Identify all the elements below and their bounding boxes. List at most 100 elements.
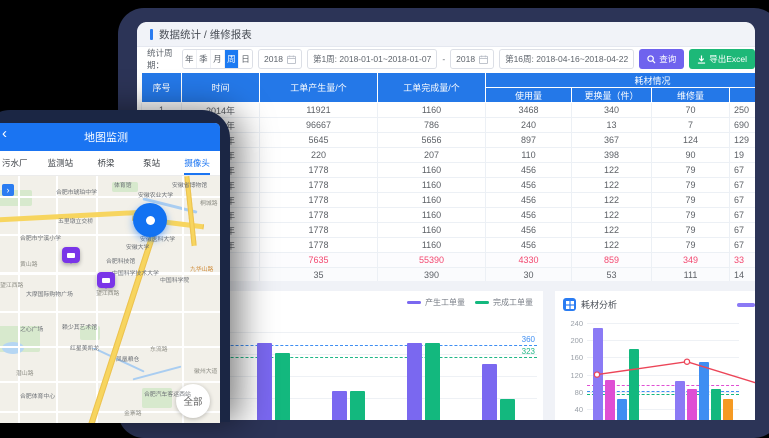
table-cell: 1160 xyxy=(378,238,486,253)
y-axis-tick: 200 xyxy=(559,336,583,345)
table-row: 92018年177811604561227967 xyxy=(142,223,756,238)
table-cell: 90 xyxy=(652,148,730,163)
col-header-seq: 序号 xyxy=(142,73,182,103)
selected-location-pin[interactable] xyxy=(133,203,167,237)
table-cell: 122 xyxy=(572,223,652,238)
breadcrumb-text: 数据统计 / 维修报表 xyxy=(159,27,252,42)
table-cell: 30 xyxy=(486,268,572,282)
map-label: 之心广场 xyxy=(20,324,43,333)
period-option-year[interactable]: 年 xyxy=(183,50,196,68)
table-cell: 19 xyxy=(730,148,756,163)
tab-camera[interactable]: 摄像头 xyxy=(174,151,220,175)
calendar-icon xyxy=(479,55,488,64)
map-label: 九华山路 xyxy=(190,264,213,273)
week-range-start-input[interactable]: 第1周: 2018-01-01~2018-01-07 xyxy=(307,49,437,69)
y-axis-tick: 40 xyxy=(559,405,583,414)
table-cell: 456 xyxy=(486,238,572,253)
table-cell: 1160 xyxy=(378,163,486,178)
map-label: 金寨路 xyxy=(124,408,142,417)
legend-swatch-completed xyxy=(475,301,489,305)
week-range-end-input[interactable]: 第16周: 2018-04-16~2018-04-22 xyxy=(499,49,634,69)
legend-item-completed[interactable]: 完成工单量 xyxy=(475,297,533,308)
map-label: 合肥体育中心 xyxy=(20,391,55,400)
breadcrumb-accent-bar xyxy=(150,29,153,40)
map-label: 桐城路 xyxy=(200,198,218,207)
map-street xyxy=(18,176,20,423)
camera-icon xyxy=(102,278,110,283)
tab-bridge[interactable]: 桥梁 xyxy=(83,151,129,175)
table-cell: 67 xyxy=(730,208,756,223)
table-cell: 96667 xyxy=(260,118,378,133)
legend-label: 完成工单量 xyxy=(493,297,533,308)
period-option-quarter[interactable]: 季 xyxy=(196,50,210,68)
query-button-label: 查询 xyxy=(659,53,676,65)
table-row: 42017年2202071103989019 xyxy=(142,148,756,163)
table-cell: 786 xyxy=(378,118,486,133)
table-cell: 79 xyxy=(652,223,730,238)
phone-page-title: 地图监测 xyxy=(84,129,128,145)
period-option-week[interactable]: 周 xyxy=(224,50,238,68)
consumables-legend-swatch xyxy=(737,303,755,307)
table-cell: 859 xyxy=(572,253,652,268)
map-label: 凤凰粮仓 xyxy=(116,354,139,363)
map-label: 大摩国际购物广场 xyxy=(26,289,73,298)
filter-bar: 统计周期： 年 季 月 周 日 2018 第1周: 2018-01-01~201… xyxy=(137,46,755,72)
table-cell: 1778 xyxy=(260,238,378,253)
table-row: 32016年56455656897367124129 xyxy=(142,133,756,148)
period-option-month[interactable]: 月 xyxy=(210,50,224,68)
table-row: 62018年177811604561227967 xyxy=(142,178,756,193)
map-label: 合肥市琥珀中学 xyxy=(56,187,97,196)
table-cell: 456 xyxy=(486,208,572,223)
table-cell: 79 xyxy=(652,163,730,178)
table-cell: 67 xyxy=(730,223,756,238)
tab-monitor-station[interactable]: 监测站 xyxy=(38,151,84,175)
workorder-chart-legend: 产生工单量 完成工单量 xyxy=(407,297,533,308)
table-average-row: 平均值35390305311114 xyxy=(142,268,756,282)
bar xyxy=(500,399,515,420)
camera-marker[interactable] xyxy=(97,272,115,288)
legend-label: 产生工单量 xyxy=(425,297,465,308)
col-header-sub-3: 维修量 xyxy=(652,88,730,103)
map-label: 东流路 xyxy=(150,344,168,353)
period-option-day[interactable]: 日 xyxy=(238,50,252,68)
download-icon xyxy=(697,55,706,64)
col-header-created: 工单产生量/个 xyxy=(260,73,378,103)
col-header-sub-4: 库存量 xyxy=(730,88,756,103)
table-cell: 111 xyxy=(652,268,730,282)
tab-pump-station[interactable]: 泵站 xyxy=(129,151,175,175)
back-icon[interactable]: ‹ xyxy=(2,125,7,142)
query-button[interactable]: 查询 xyxy=(639,49,684,69)
map-label: 体育馆 xyxy=(114,180,132,189)
year-start-select[interactable]: 2018 xyxy=(258,49,302,69)
consumables-chart-plot: 2402001601208040 xyxy=(587,323,739,420)
phone-map[interactable]: › 全部 合肥市琥珀中学体育馆安徽农业大学安徽省博物馆桐城路五里墩立交桥合肥市宁… xyxy=(0,176,220,423)
table-cell: 70 xyxy=(652,103,730,118)
map-label: 合肥汽车客运西站 xyxy=(144,389,191,398)
col-header-sub-2: 更换量（件） xyxy=(572,88,652,103)
calendar-icon xyxy=(287,55,296,64)
table-cell: 349 xyxy=(652,253,730,268)
camera-icon xyxy=(67,253,75,258)
map-label: 合肥科技馆 xyxy=(106,256,135,265)
table-cell: 220 xyxy=(260,148,378,163)
map-expand-button[interactable]: › xyxy=(2,184,14,196)
col-header-sub-1: 使用量 xyxy=(486,88,572,103)
table-cell: 67 xyxy=(730,193,756,208)
trend-line xyxy=(587,323,755,420)
camera-marker[interactable] xyxy=(62,247,80,263)
table-cell: 3468 xyxy=(486,103,572,118)
map-street xyxy=(0,311,220,313)
map-label: 安徽农业大学 xyxy=(138,190,173,199)
map-lake xyxy=(2,342,24,354)
table-cell: 207 xyxy=(378,148,486,163)
legend-item-created[interactable]: 产生工单量 xyxy=(407,297,465,308)
phone-tab-bar: 污水厂 监测站 桥梁 泵站 摄像头 xyxy=(0,151,220,176)
map-label: 五里墩立交桥 xyxy=(58,216,93,225)
table-cell: 79 xyxy=(652,178,730,193)
bar xyxy=(407,343,422,420)
year-end-select[interactable]: 2018 xyxy=(450,49,494,69)
table-cell: 897 xyxy=(486,133,572,148)
tab-sewage-plant[interactable]: 污水厂 xyxy=(0,151,38,175)
export-excel-button[interactable]: 导出Excel xyxy=(689,49,755,69)
y-axis-tick: 240 xyxy=(559,319,583,328)
